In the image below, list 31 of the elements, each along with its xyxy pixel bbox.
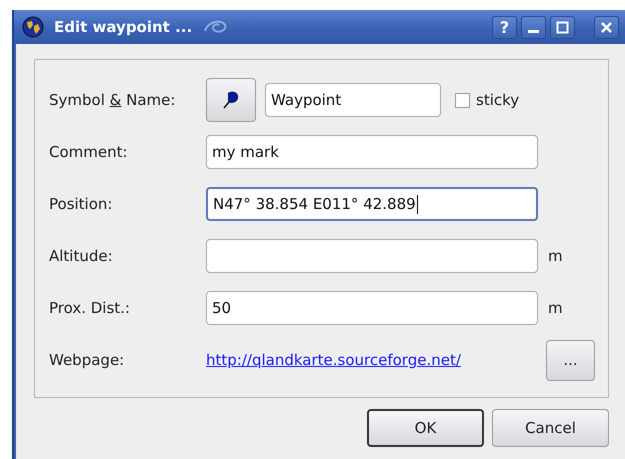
sticky-checkbox[interactable]	[455, 92, 470, 108]
text-cursor	[416, 194, 418, 214]
field-label: Comment:	[49, 143, 129, 161]
field-label: Altitude:	[49, 247, 114, 265]
window-title: Edit waypoint ...	[54, 18, 192, 36]
input-field[interactable]	[206, 239, 538, 273]
webpage-link[interactable]: http://qlandkarte.sourceforge.net/	[206, 351, 546, 369]
cancel-button[interactable]: Cancel	[492, 409, 609, 447]
checkbox-label: sticky	[476, 91, 520, 109]
help-button[interactable]: ?	[492, 16, 517, 38]
unit-label: m	[548, 247, 563, 265]
symbol-button[interactable]	[206, 78, 256, 122]
pin-icon	[222, 90, 240, 110]
close-icon	[600, 20, 613, 34]
maximize-button[interactable]	[550, 16, 575, 38]
ok-button[interactable]: OK	[367, 409, 484, 447]
minimize-button[interactable]	[521, 16, 546, 38]
globe-icon	[22, 16, 44, 38]
browse-button[interactable]: ...	[546, 340, 595, 380]
close-button[interactable]	[594, 16, 619, 38]
input-field[interactable]: my mark	[206, 135, 538, 169]
field-label: Symbol & Name:	[49, 91, 176, 109]
minimize-icon	[528, 30, 539, 33]
field-label: Position:	[49, 195, 114, 213]
input-field[interactable]: 50	[206, 291, 538, 325]
maximize-icon	[556, 20, 569, 34]
input-field[interactable]: N47° 38.854 E011° 42.889	[206, 187, 538, 221]
field-label: Webpage:	[49, 351, 126, 369]
name-field[interactable]: Waypoint	[265, 83, 441, 117]
unit-label: m	[548, 299, 563, 317]
field-label: Prox. Dist.:	[49, 299, 131, 317]
